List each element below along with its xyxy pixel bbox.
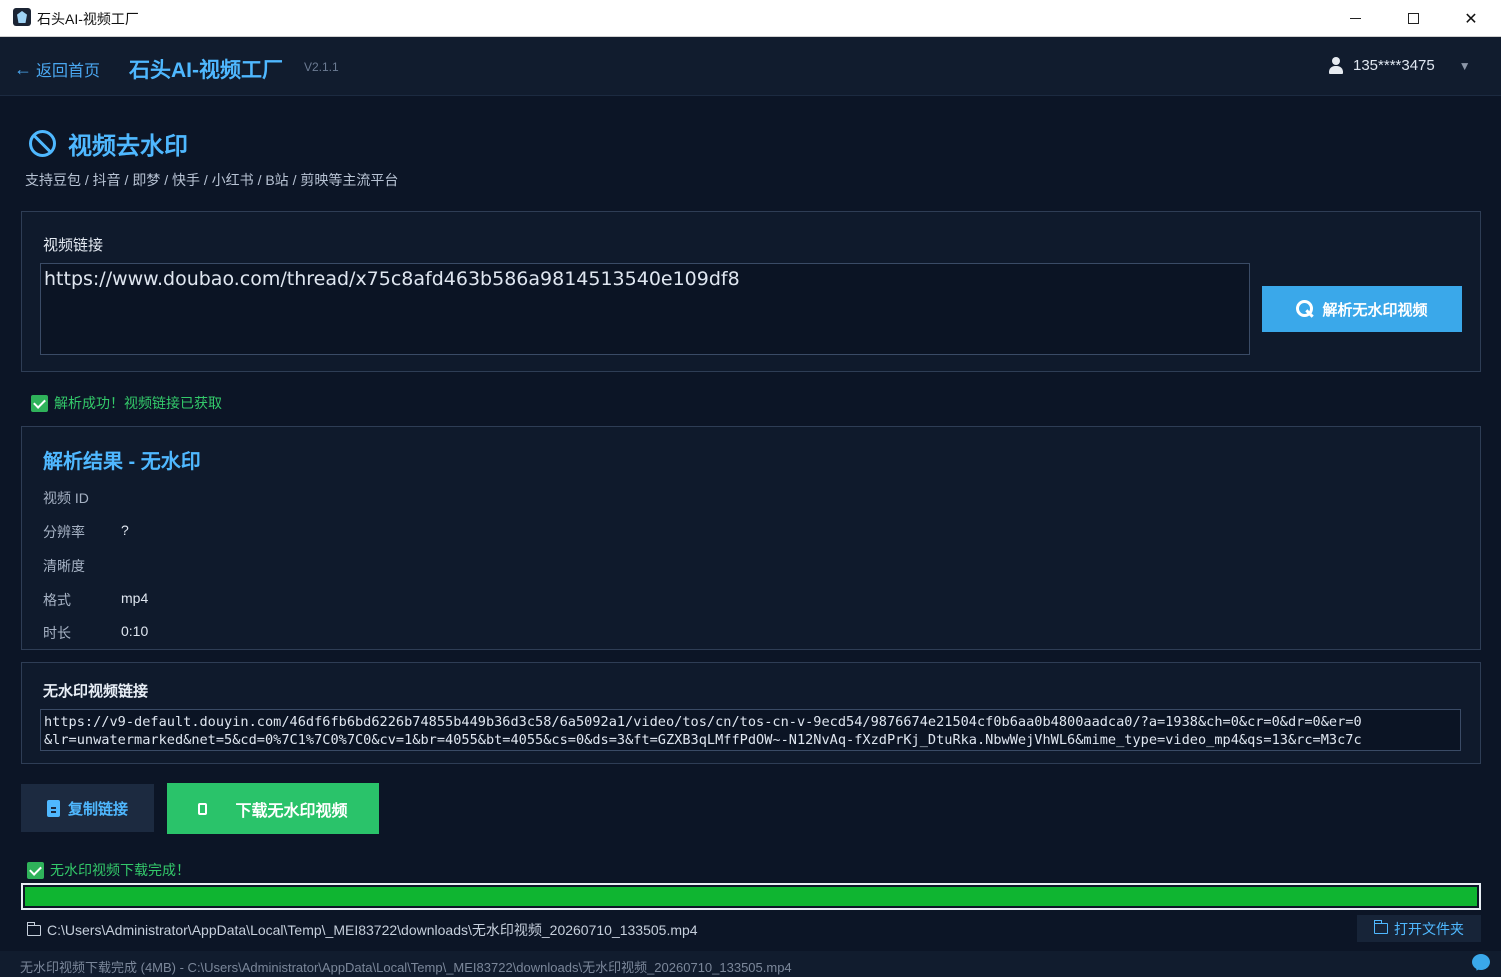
app-header: ← 返回首页 石头AI-视频工厂 V2.1.1 135****3475 ▼ — [0, 37, 1501, 96]
result-panel: 解析结果 - 无水印 视频 ID 分辨率 ? 清晰度 格式 mp4 时长 0:1… — [21, 426, 1481, 650]
progress-fill — [25, 887, 1477, 906]
back-arrow-icon: ← — [14, 58, 32, 79]
minimize-button[interactable] — [1326, 0, 1384, 37]
window-title: 石头AI-视频工厂 — [37, 11, 139, 27]
check-icon — [27, 861, 44, 879]
result-value: 0:10 — [121, 623, 149, 639]
folder-icon — [1373, 920, 1388, 934]
back-home-label: 返回首页 — [36, 63, 101, 80]
window-titlebar: 石头AI-视频工厂 ✕ — [0, 0, 1501, 37]
no-watermark-icon — [29, 130, 56, 157]
file-path-text: C:\Users\Administrator\AppData\Local\Tem… — [47, 922, 698, 938]
user-icon — [1329, 57, 1343, 74]
status-bar: 无水印视频下载完成 (4MB) - C:\Users\Administrator… — [0, 951, 1501, 977]
copy-link-button[interactable]: 复制链接 — [21, 784, 154, 832]
result-row-format: 格式 mp4 — [43, 590, 148, 610]
folder-icon — [26, 921, 41, 936]
maximize-button[interactable] — [1384, 0, 1442, 37]
phone-icon — [198, 802, 208, 815]
link-line-2: &lr=unwatermarked&net=5&cd=0%7C1%7C0%7C0… — [44, 732, 1362, 748]
username: 135****3475 — [1353, 57, 1435, 74]
app-title: 石头AI-视频工厂 — [129, 59, 283, 82]
video-link-label: 视频链接 — [43, 237, 104, 254]
close-button[interactable]: ✕ — [1442, 0, 1500, 37]
chat-bubble-icon[interactable] — [1472, 954, 1490, 970]
parse-button[interactable]: 解析无水印视频 — [1262, 286, 1462, 332]
file-path-row: C:\Users\Administrator\AppData\Local\Tem… — [26, 920, 698, 940]
clipboard-icon — [46, 799, 60, 817]
copy-link-label: 复制链接 — [67, 800, 128, 818]
parse-status: 解析成功！视频链接已获取 — [31, 393, 222, 413]
parse-button-label: 解析无水印视频 — [1322, 301, 1428, 319]
page-subtitle: 支持豆包 / 抖音 / 即梦 / 快手 / 小红书 / B站 / 剪映等主流平台 — [25, 172, 399, 188]
video-link-panel: 视频链接 https://www.doubao.com/thread/x75c8… — [21, 211, 1481, 372]
result-key: 视频 ID — [43, 490, 89, 506]
minimize-icon — [1349, 18, 1361, 19]
result-key: 格式 — [43, 592, 71, 608]
download-status: 无水印视频下载完成！ — [27, 860, 190, 880]
parse-status-text: 解析成功！视频链接已获取 — [54, 395, 222, 411]
search-icon — [1296, 300, 1314, 318]
download-button[interactable]: 下载无水印视频 — [167, 783, 379, 834]
result-row-video-id: 视频 ID — [43, 488, 121, 508]
back-home-link[interactable]: ← 返回首页 — [14, 57, 100, 81]
check-icon — [31, 394, 48, 412]
user-menu[interactable]: 135****3475 ▼ — [1329, 57, 1471, 74]
link-panel-title: 无水印视频链接 — [43, 683, 149, 700]
download-progress-bar — [21, 883, 1481, 910]
open-folder-label: 打开文件夹 — [1394, 920, 1464, 937]
link-line-1: https://v9-default.douyin.com/46df6fb6bd… — [44, 714, 1362, 730]
page-title: 视频去水印 — [29, 126, 188, 161]
maximize-icon — [1407, 13, 1419, 24]
video-url-input[interactable]: https://www.doubao.com/thread/x75c8afd46… — [40, 263, 1250, 355]
chevron-down-icon: ▼ — [1458, 58, 1471, 73]
app-logo-icon — [13, 8, 31, 26]
page-title-text: 视频去水印 — [68, 133, 188, 160]
result-row-resolution: 分辨率 ? — [43, 522, 129, 542]
open-folder-button[interactable]: 打开文件夹 — [1357, 915, 1481, 942]
watermark-free-link-panel: 无水印视频链接 https://v9-default.douyin.com/46… — [21, 662, 1481, 764]
result-value: mp4 — [121, 590, 149, 606]
watermark-free-link-field[interactable]: https://v9-default.douyin.com/46df6fb6bd… — [40, 709, 1461, 751]
result-row-quality: 清晰度 — [43, 556, 121, 576]
download-button-label: 下载无水印视频 — [235, 802, 348, 820]
result-key: 分辨率 — [43, 524, 85, 540]
result-key: 时长 — [43, 625, 71, 641]
version-label: V2.1.1 — [304, 60, 339, 74]
result-value: ? — [121, 522, 129, 538]
close-icon: ✕ — [1464, 10, 1478, 28]
result-row-duration: 时长 0:10 — [43, 623, 148, 643]
result-key: 清晰度 — [43, 558, 85, 574]
download-status-text: 无水印视频下载完成！ — [50, 862, 190, 878]
result-title: 解析结果 - 无水印 — [43, 451, 201, 473]
